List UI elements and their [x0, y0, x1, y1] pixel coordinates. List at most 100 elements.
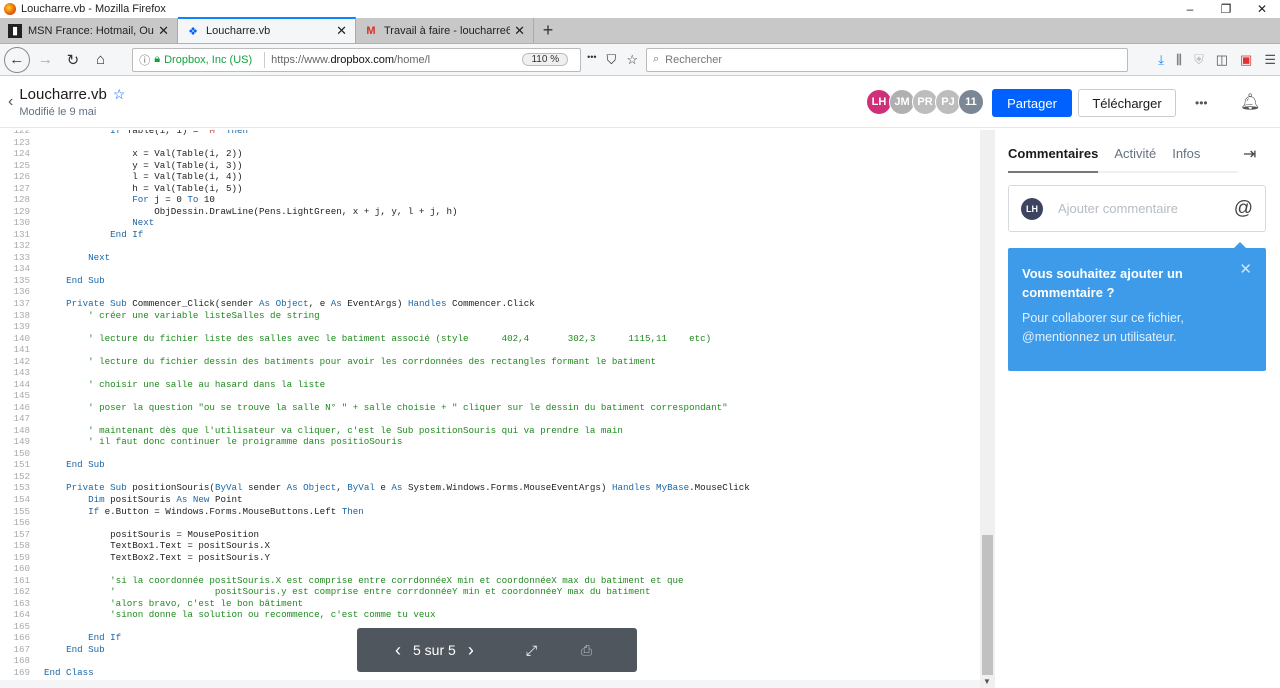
print-icon[interactable]: ⎙ [581, 642, 592, 659]
code-keyword: To [187, 194, 199, 206]
line-number: 160 [13, 563, 30, 575]
code-line: 136 [0, 286, 980, 298]
mention-icon[interactable]: @ [1234, 198, 1253, 220]
next-page-icon[interactable]: › [468, 640, 474, 661]
code-line: 127 h = Val(Table(i, 5)) [0, 183, 980, 195]
code-text: .MouseClick [689, 482, 750, 494]
code-line: 128 For j = 0 To 10 [0, 194, 980, 206]
line-number: 152 [13, 470, 30, 482]
close-tip-icon[interactable]: ✕ [1239, 260, 1252, 278]
tab-gmail[interactable]: M Travail à faire - loucharre650@g ✕ [356, 18, 534, 43]
code-keyword: Handles MyBase [611, 482, 690, 494]
code-line: 132 [0, 240, 980, 252]
search-input[interactable]: ⌕ Rechercher [645, 47, 1129, 72]
window-titlebar: Loucharre.vb - Mozilla Firefox – ❐ ✕ [0, 0, 1280, 18]
tab-dropbox[interactable]: ❖ Loucharre.vb ✕ [178, 17, 356, 43]
new-tab-button[interactable]: + [534, 18, 562, 43]
line-number: 143 [13, 367, 30, 379]
comment-input[interactable]: LH Ajouter commentaire @ [1008, 185, 1266, 232]
close-tab-icon[interactable]: ✕ [336, 23, 347, 39]
url-text[interactable]: https://www.dropbox.com/home/l [271, 54, 522, 66]
modified-date: Modifié le 9 mai [19, 105, 97, 118]
download-icon[interactable]: ⤓ [1158, 52, 1164, 68]
site-identity: Dropbox, Inc (US) [164, 53, 253, 66]
code-text: positionSouris( [126, 482, 215, 494]
shield-icon[interactable]: ⛨ [1194, 52, 1204, 68]
line-number: 166 [13, 632, 30, 644]
line-number: 148 [13, 424, 30, 436]
dropbox-icon: ❖ [188, 25, 198, 38]
download-button[interactable]: Télécharger [1078, 89, 1176, 117]
close-tab-icon[interactable]: ✕ [158, 23, 169, 39]
shared-members[interactable]: LH JM PR PJ 11 [866, 89, 984, 115]
url-bar[interactable]: ⓘ 🔒︎ Dropbox, Inc (US) https://www.dropb… [132, 47, 582, 72]
more-options-button[interactable]: ••• [1195, 96, 1208, 110]
code-comment: ' poser la question "ou se trouve la sal… [88, 401, 728, 413]
pocket-icon[interactable]: ⛉ [607, 52, 617, 68]
sidebar-icon[interactable]: ◫ [1216, 52, 1228, 68]
code-text: j = 0 [148, 194, 188, 206]
reload-button[interactable]: ↻ [59, 51, 87, 69]
star-icon[interactable]: ☆ [113, 86, 126, 102]
tab-info[interactable]: Infos [1172, 146, 1200, 161]
code-line: 142 ' lecture du fichier dessin des bati… [0, 356, 980, 368]
code-keyword: Next [88, 251, 111, 263]
line-number: 137 [13, 297, 30, 309]
line-number: 128 [13, 194, 30, 206]
fullscreen-icon[interactable]: ⤢ [526, 642, 537, 659]
code-text: h = Val(Table(i, 5)) [44, 182, 243, 194]
tab-label: Loucharre.vb [206, 25, 271, 37]
collapse-sidebar-icon[interactable]: ⇥ [1243, 144, 1256, 164]
code-line: 135 End Sub [0, 275, 980, 287]
code-line: 140 ' lecture du fichier liste des salle… [0, 333, 980, 345]
page-navigator: ‹ 5 sur 5 › ⤢ ⎙ [357, 628, 637, 672]
page-actions-button[interactable]: ••• [587, 52, 596, 68]
pocket-extension-icon[interactable]: ▣ [1240, 52, 1252, 68]
close-tab-icon[interactable]: ✕ [514, 23, 525, 39]
library-icon[interactable]: ⫼ [1176, 52, 1182, 68]
tab-msn[interactable]: ▮ MSN France: Hotmail, Outlook ✕ [0, 18, 178, 43]
maximize-button[interactable]: ❐ [1208, 0, 1244, 18]
zoom-level[interactable]: 110 % [522, 53, 569, 66]
share-button[interactable]: Partager [992, 89, 1072, 117]
bell-icon[interactable]: 🔔︎ [1240, 92, 1260, 112]
scroll-down-icon[interactable]: ▼ [983, 677, 991, 686]
code-line: 150 [0, 448, 980, 460]
minimize-button[interactable]: – [1172, 0, 1208, 18]
code-preview: 122 If Table(i, 1) = "M" Then 123 124 x = … [0, 130, 980, 680]
back-button[interactable]: ← [4, 46, 30, 73]
comments-sidebar: Commentaires Activité Infos ⇥ LH Ajouter… [995, 130, 1280, 688]
tab-activity[interactable]: Activité [1114, 146, 1156, 161]
line-number: 154 [13, 494, 30, 505]
previous-page-icon[interactable]: ‹ [395, 640, 401, 661]
bookmark-star-icon[interactable]: ☆ [626, 52, 638, 68]
code-keyword: If [110, 130, 122, 136]
tab-comments[interactable]: Commentaires [1008, 146, 1098, 161]
code-keyword: End Sub [66, 643, 105, 655]
line-number: 142 [13, 355, 30, 367]
vertical-scrollbar[interactable]: ▼ [980, 130, 995, 688]
code-line: 160 [0, 563, 980, 575]
info-icon[interactable]: ⓘ [139, 52, 150, 68]
code-text: x = Val(Table(i, 2)) [44, 148, 243, 160]
home-button[interactable]: ⌂ [87, 51, 115, 68]
search-placeholder: Rechercher [665, 53, 722, 66]
code-line: 123 [0, 137, 980, 149]
code-line: 131 End If [0, 229, 980, 241]
back-chevron-icon[interactable]: ‹ [8, 93, 13, 111]
code-line: 125 y = Val(Table(i, 3)) [0, 160, 980, 172]
tab-bar: ▮ MSN France: Hotmail, Outlook ✕ ❖ Louch… [0, 17, 1280, 44]
member-count[interactable]: 11 [958, 89, 984, 115]
tip-body: Pour collaborer sur ce fichier, @mention… [1022, 311, 1184, 344]
close-window-button[interactable]: ✕ [1244, 0, 1280, 18]
menu-icon[interactable]: ☰ [1264, 52, 1276, 68]
forward-button[interactable]: → [32, 51, 60, 68]
line-number: 123 [13, 136, 30, 148]
scrollbar-thumb[interactable] [982, 535, 993, 675]
code-comment: 'si la coordonnée positSouris.X est comp… [110, 574, 684, 586]
code-keyword: Private Sub [66, 297, 127, 309]
